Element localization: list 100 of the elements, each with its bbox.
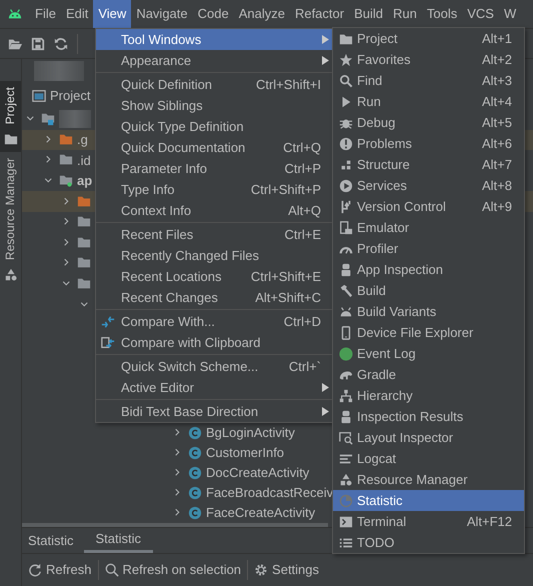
tree-item[interactable]: .g bbox=[77, 132, 88, 148]
menu-item[interactable]: Context Info Alt+Q bbox=[96, 200, 332, 221]
tree-item[interactable]: ap bbox=[77, 173, 92, 189]
menu-item[interactable]: VCS bbox=[462, 0, 499, 28]
tree-item[interactable]: FaceCreateActivity bbox=[206, 505, 316, 521]
phone-icon bbox=[339, 326, 353, 340]
menu-item[interactable]: Debug Alt+5 bbox=[333, 112, 524, 133]
shapes-icon bbox=[339, 472, 353, 486]
menu-item[interactable]: Edit bbox=[60, 0, 94, 28]
menu-item[interactable]: TODO bbox=[333, 532, 524, 553]
menu-item[interactable]: Recent Locations Ctrl+Shift+E bbox=[96, 266, 332, 287]
class-icon bbox=[187, 466, 203, 480]
tree-item[interactable]: BgLoginActivity bbox=[206, 425, 295, 441]
pie-chart-icon bbox=[339, 494, 353, 508]
search-icon bbox=[339, 74, 353, 88]
menu-item[interactable]: Resource Manager bbox=[333, 469, 524, 490]
menu-item[interactable]: Bidi Text Base Direction bbox=[96, 401, 332, 422]
menu-item[interactable]: Logcat bbox=[333, 448, 524, 469]
menu-item[interactable]: Build bbox=[333, 280, 524, 301]
menu-item[interactable]: Version Control Alt+9 bbox=[333, 196, 524, 217]
menu-item[interactable]: Gradle bbox=[333, 364, 524, 385]
folder-icon bbox=[339, 32, 353, 46]
hammer-icon bbox=[339, 284, 353, 298]
tool-window-tab[interactable]: Project bbox=[0, 81, 21, 152]
tool-window-tab[interactable]: Resource Manager bbox=[0, 152, 21, 288]
menu-item[interactable]: Quick Definition Ctrl+Shift+I bbox=[96, 74, 332, 95]
menu-item[interactable]: Project Alt+1 bbox=[333, 28, 524, 49]
menu-item[interactable]: Inspection Results bbox=[333, 406, 524, 427]
menu-item[interactable]: File bbox=[30, 0, 61, 28]
menu-item[interactable]: Tool Windows bbox=[96, 29, 332, 50]
folder-icon bbox=[76, 236, 92, 250]
android-logo-icon bbox=[8, 7, 22, 21]
menu-item[interactable]: Statistic bbox=[333, 490, 524, 511]
branch-icon bbox=[339, 200, 353, 214]
menu-item[interactable]: Build Variants bbox=[333, 301, 524, 322]
class-icon bbox=[187, 506, 203, 520]
event-log-icon bbox=[339, 346, 353, 360]
folder-icon bbox=[58, 132, 74, 147]
menu-item[interactable]: Layout Inspector bbox=[333, 427, 524, 448]
class-icon bbox=[187, 486, 203, 500]
menu-item[interactable]: W bbox=[498, 0, 522, 28]
blurred-area bbox=[59, 110, 91, 128]
menu-item[interactable]: Recent Changes Alt+Shift+C bbox=[96, 287, 332, 308]
tree-item[interactable]: .id bbox=[77, 152, 91, 168]
tree-item[interactable]: FaceBroadcastReceiv bbox=[206, 485, 334, 501]
menu-item[interactable]: Active Editor bbox=[96, 377, 332, 398]
menu-item[interactable]: Problems Alt+6 bbox=[333, 133, 524, 154]
menu-item[interactable]: Refactor bbox=[290, 0, 350, 28]
toolbar-button[interactable]: Refresh bbox=[22, 562, 98, 578]
menu-item[interactable]: Tools bbox=[422, 0, 462, 28]
menu-item[interactable]: Device File Explorer bbox=[333, 322, 524, 343]
menu-item[interactable]: Recently Changed Files bbox=[96, 245, 332, 266]
menu-item[interactable]: Emulator bbox=[333, 217, 524, 238]
warning-icon bbox=[339, 136, 353, 150]
menu-item[interactable]: Find Alt+3 bbox=[333, 70, 524, 91]
compare-arrows-icon bbox=[101, 314, 115, 328]
robot-icon bbox=[339, 262, 353, 276]
menu-item[interactable]: Navigate bbox=[131, 0, 193, 28]
menu-item[interactable]: Recent Files Ctrl+E bbox=[96, 224, 332, 245]
menu-item[interactable]: Code bbox=[192, 0, 234, 28]
menu-item[interactable]: Run bbox=[388, 0, 422, 28]
menu-item[interactable]: Profiler bbox=[333, 238, 524, 259]
terminal-icon bbox=[339, 514, 353, 528]
menu-item[interactable]: Show Siblings bbox=[96, 95, 332, 116]
star-icon bbox=[339, 52, 353, 66]
folder-icon bbox=[58, 174, 74, 188]
sync-icon bbox=[54, 36, 68, 50]
menu-item[interactable]: Terminal Alt+F12 bbox=[333, 511, 524, 532]
menu-item[interactable]: Quick Switch Scheme... Ctrl+` bbox=[96, 356, 332, 377]
menu-item[interactable]: Favorites Alt+2 bbox=[333, 49, 524, 70]
menu-item[interactable]: Appearance bbox=[96, 50, 332, 71]
menu-item[interactable]: Quick Documentation Ctrl+Q bbox=[96, 137, 332, 158]
android-icon bbox=[339, 304, 353, 318]
tree-item[interactable]: DocCreateActivity bbox=[206, 465, 310, 481]
menu-item[interactable]: Build bbox=[349, 0, 388, 28]
submenu-arrow-icon bbox=[322, 383, 329, 392]
menu-item[interactable]: Analyze bbox=[234, 0, 290, 28]
window-icon bbox=[32, 89, 46, 103]
submenu-arrow-icon bbox=[322, 35, 329, 44]
structure-icon bbox=[339, 158, 353, 172]
tab[interactable]: Statistic bbox=[84, 528, 154, 553]
toolbar-button[interactable]: Settings bbox=[248, 562, 326, 578]
menu-item[interactable]: Services Alt+8 bbox=[333, 175, 524, 196]
menu-item[interactable]: Compare with Clipboard bbox=[96, 332, 332, 353]
menu-item[interactable]: Structure Alt+7 bbox=[333, 154, 524, 175]
folder-icon bbox=[76, 256, 92, 270]
menu-item[interactable]: View bbox=[93, 0, 132, 28]
toolbar-button[interactable]: Refresh on selection bbox=[98, 562, 248, 578]
tree-item[interactable]: CustomerInfo bbox=[206, 445, 284, 461]
list-icon bbox=[339, 536, 353, 550]
hierarchy-icon bbox=[339, 388, 353, 402]
menu-item[interactable]: Parameter Info Ctrl+P bbox=[96, 158, 332, 179]
menu-item[interactable]: Hierarchy bbox=[333, 385, 524, 406]
menu-item[interactable]: App Inspection bbox=[333, 259, 524, 280]
menu-item[interactable]: Type Info Ctrl+Shift+P bbox=[96, 179, 332, 200]
menu-item[interactable]: Compare With... Ctrl+D bbox=[96, 311, 332, 332]
menu-item[interactable]: Run Alt+4 bbox=[333, 91, 524, 112]
menu-item[interactable]: Quick Type Definition bbox=[96, 116, 332, 137]
folder-icon bbox=[4, 132, 18, 146]
menu-item[interactable]: Event Log bbox=[333, 343, 524, 364]
